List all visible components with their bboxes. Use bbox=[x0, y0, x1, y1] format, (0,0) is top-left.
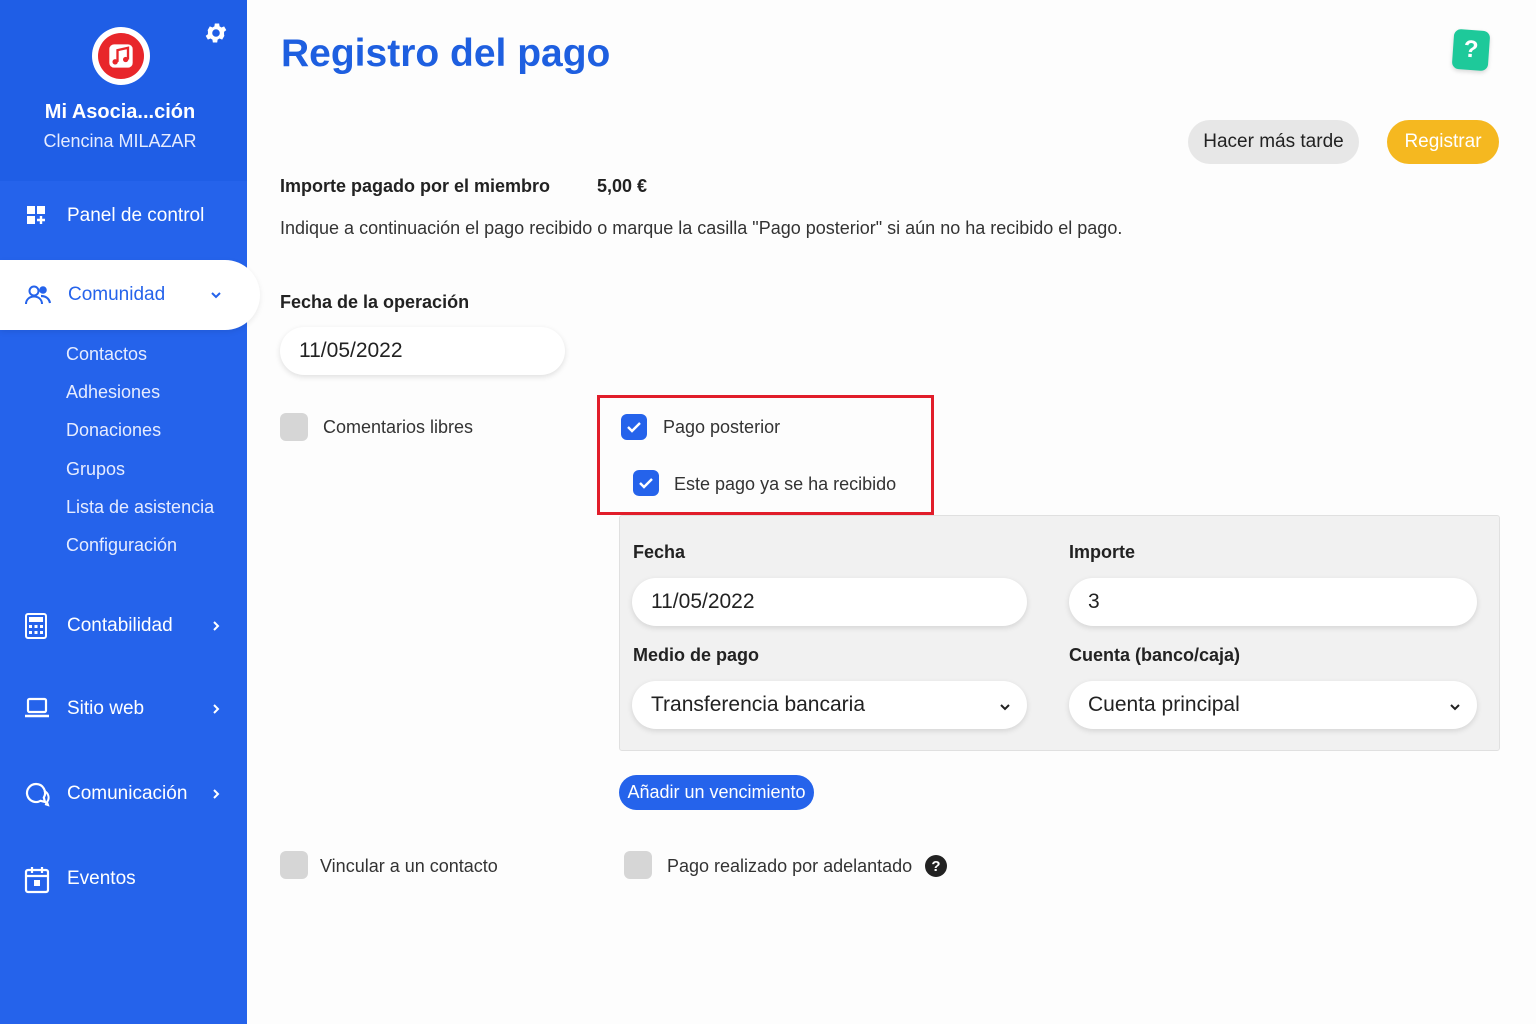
music-note-icon bbox=[98, 33, 144, 79]
check-icon bbox=[627, 422, 641, 433]
chat-bubble-icon bbox=[24, 781, 50, 807]
payment-method-label: Medio de pago bbox=[633, 645, 759, 665]
link-contact-label: Vincular a un contacto bbox=[320, 856, 498, 876]
dashboard-icon bbox=[24, 203, 50, 229]
free-comments-checkbox[interactable] bbox=[280, 413, 308, 441]
payment-method-select[interactable]: Transferencia bancaria bbox=[632, 681, 1027, 729]
date-input[interactable]: 11/05/2022 bbox=[632, 578, 1027, 626]
deferred-payment-label: Pago posterior bbox=[663, 417, 781, 437]
amount-paid-value: 5,00 € bbox=[597, 176, 648, 196]
payment-method-value: Transferencia bancaria bbox=[651, 693, 865, 716]
nav-label: Panel de control bbox=[67, 205, 205, 226]
community-icon bbox=[24, 282, 52, 308]
sidebar-subitem-groups[interactable]: Grupos bbox=[66, 459, 125, 480]
chevron-down-icon bbox=[997, 697, 1013, 713]
calculator-icon bbox=[24, 613, 50, 639]
register-button[interactable]: Registrar bbox=[1387, 120, 1499, 164]
nav-item-dashboard[interactable]: Panel de control bbox=[0, 190, 247, 242]
date-label: Fecha bbox=[633, 542, 686, 562]
account-value: Cuenta principal bbox=[1088, 693, 1240, 716]
advance-payment-checkbox[interactable] bbox=[624, 851, 652, 879]
chevron-down-icon bbox=[1447, 697, 1463, 713]
operation-date-input[interactable]: 11/05/2022 bbox=[280, 327, 565, 375]
account-label: Cuenta (banco/caja) bbox=[1069, 645, 1241, 665]
nav-label: Contabilidad bbox=[67, 615, 173, 636]
chevron-right-icon bbox=[208, 618, 224, 634]
help-button[interactable]: ? bbox=[1451, 28, 1491, 72]
do-later-button[interactable]: Hacer más tarde bbox=[1188, 120, 1359, 164]
sidebar-subitem-donations[interactable]: Donaciones bbox=[66, 420, 161, 441]
help-circle-icon[interactable]: ? bbox=[925, 855, 947, 877]
nav-item-website[interactable]: Sitio web bbox=[0, 683, 247, 735]
nav-item-communication[interactable]: Comunicación bbox=[0, 768, 247, 820]
chevron-right-icon bbox=[208, 786, 224, 802]
gear-icon[interactable] bbox=[203, 20, 229, 46]
user-name: Clencina MILAZAR bbox=[43, 131, 197, 151]
highlight-box bbox=[597, 395, 934, 515]
amount-label: Importe bbox=[1069, 542, 1136, 562]
payment-received-checkbox[interactable] bbox=[633, 470, 659, 496]
sidebar-subitem-contacts[interactable]: Contactos bbox=[66, 344, 147, 365]
nav-item-events[interactable]: Eventos bbox=[0, 853, 247, 905]
link-contact-checkbox[interactable] bbox=[280, 851, 308, 879]
laptop-icon bbox=[24, 696, 50, 722]
deferred-payment-checkbox[interactable] bbox=[621, 414, 647, 440]
free-comments-label: Comentarios libres bbox=[323, 417, 474, 437]
payment-received-label: Este pago ya se ha recibido bbox=[674, 474, 897, 494]
sidebar-header: Mi Asocia...ción Clencina MILAZAR bbox=[0, 0, 247, 181]
sidebar-subitem-settings[interactable]: Configuración bbox=[66, 535, 177, 556]
nav-label: Comunicación bbox=[67, 783, 188, 804]
instructions-text: Indique a continuación el pago recibido … bbox=[280, 218, 1123, 238]
chevron-right-icon bbox=[208, 701, 224, 717]
nav-item-community[interactable]: Comunidad bbox=[0, 260, 260, 330]
account-select[interactable]: Cuenta principal bbox=[1069, 681, 1477, 729]
amount-input[interactable]: 3 bbox=[1069, 578, 1477, 626]
nav-label: Sitio web bbox=[67, 698, 145, 719]
page-title: Registro del pago bbox=[281, 32, 611, 75]
sidebar-subitem-attendance[interactable]: Lista de asistencia bbox=[66, 497, 214, 518]
add-due-date-button[interactable]: Añadir un vencimiento bbox=[619, 775, 814, 810]
advance-payment-label: Pago realizado por adelantado bbox=[667, 856, 913, 876]
nav-item-accounting[interactable]: Contabilidad bbox=[0, 600, 247, 652]
organization-name: Mi Asocia...ción bbox=[44, 101, 196, 123]
calendar-icon bbox=[24, 866, 50, 894]
amount-paid-label: Importe pagado por el miembro bbox=[280, 176, 551, 196]
organization-logo[interactable] bbox=[92, 27, 150, 85]
nav-label: Comunidad bbox=[68, 284, 166, 305]
check-icon bbox=[639, 478, 653, 489]
nav-label: Eventos bbox=[67, 868, 136, 889]
chevron-down-icon bbox=[208, 287, 224, 303]
sidebar: Mi Asocia...ción Clencina MILAZAR Panel … bbox=[0, 0, 260, 1024]
operation-date-label: Fecha de la operación bbox=[280, 292, 470, 312]
sidebar-subitem-memberships[interactable]: Adhesiones bbox=[66, 382, 160, 403]
